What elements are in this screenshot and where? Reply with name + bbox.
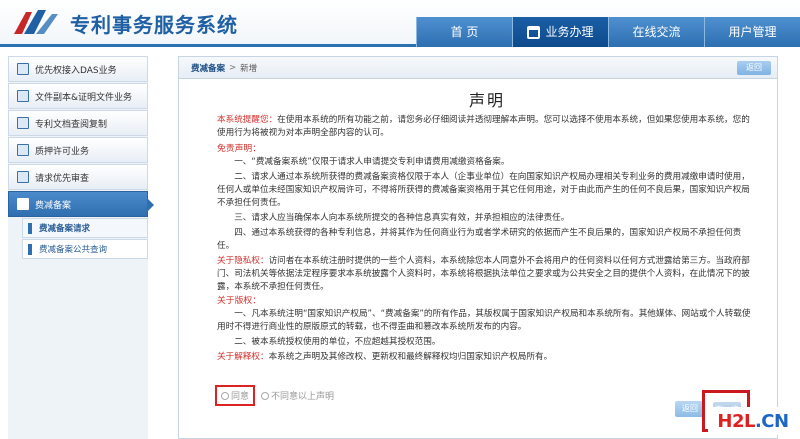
active-arrow-icon — [147, 198, 154, 212]
sidebar-item-label: 质押许可业务 — [35, 146, 90, 157]
app-header: 专利事务服务系统 首 页 业务办理 在线交流 用户管理 — [0, 0, 800, 47]
sidebar: 优先权接入DAS业务 文件副本&证明文件业务 专利文档查阅复制 质押许可业务 请… — [8, 56, 154, 439]
sidebar-item-priority-review[interactable]: 请求优先审查 — [8, 164, 148, 190]
interpretation-paragraph: 关于解释权：本系统之声明及其修改权、更新权和最终解释权均归国家知识产权局所有。 — [217, 351, 757, 364]
sidebar-item-fee-reduction[interactable]: 费减备案 — [8, 191, 154, 217]
sidebar-item-pledge-license[interactable]: 质押许可业务 — [8, 137, 148, 163]
copyright-item-1: 一、凡本系统注明“国家知识产权局”、“费减备案”的所有作品，其版权属于国家知识产… — [217, 309, 751, 332]
system-logo-icon — [14, 10, 58, 34]
copyright-heading: 关于版权： — [217, 296, 261, 306]
sidebar-item-label: 费减备案 — [35, 200, 72, 211]
sidebar-item-label: 专利文档查阅复制 — [35, 119, 108, 130]
reminder-text: 在使用本系统的所有功能之前，请您务必仔细阅读并透彻理解本声明。您可以选择不使用本… — [217, 115, 750, 138]
agree-radio-option[interactable]: 同意 — [215, 385, 256, 406]
document-icon — [17, 144, 29, 156]
calendar-icon — [527, 25, 541, 39]
disclaimer-item-3: 三、请求人应当确保本人向本系统所提交的各种信息真实有效，并承担相应的法律责任。 — [234, 213, 570, 223]
privacy-paragraph: 关于隐私权：访问者在本系统注册时提供的一些个人资料，本系统除您本人同意外不会将用… — [217, 255, 757, 294]
statement-content: 声明 本系统提醒您：在使用本系统的所有功能之前，请您务必仔细阅读并透彻理解本声明… — [217, 87, 757, 364]
disclaimer-item-4: 四、通过本系统获得的各种专利信息，并将其作为任何商业行为或者学术研究的依据而产生… — [217, 228, 742, 251]
interpretation-text: 本系统之声明及其修改权、更新权和最终解释权均归国家知识产权局所有。 — [268, 352, 553, 362]
consent-options: 同意 不同意以上声明 — [215, 385, 334, 406]
breadcrumb-separator: > — [229, 62, 237, 73]
privacy-text: 访问者在本系统注册时提供的一些个人资料，本系统除您本人同意外不会将用户的任何资料… — [217, 256, 750, 292]
breadcrumb-current: 新增 — [240, 63, 258, 74]
sidebar-sub-item-fee-request[interactable]: 费减备案请求 — [22, 218, 148, 238]
disagree-radio-option[interactable]: 不同意以上声明 — [261, 389, 334, 402]
sidebar-item-priority-das[interactable]: 优先权接入DAS业务 — [8, 56, 148, 82]
system-title: 专利事务服务系统 — [70, 13, 238, 37]
sidebar-item-patent-docs[interactable]: 专利文档查阅复制 — [8, 110, 148, 136]
top-nav: 首 页 业务办理 在线交流 用户管理 — [416, 17, 800, 47]
nav-online-chat[interactable]: 在线交流 — [608, 17, 704, 47]
nav-user-management[interactable]: 用户管理 — [704, 17, 800, 47]
statement-title: 声明 — [468, 91, 505, 110]
reminder-paragraph: 本系统提醒您：在使用本系统的所有功能之前，请您务必仔细阅读并透彻理解本声明。您可… — [217, 114, 757, 140]
disclaimer-item-1: 一、“费减备案系统”仅限于请求人申请提交专利申请费用减缴资格备案。 — [234, 157, 510, 167]
back-button-top[interactable]: 返回 — [737, 61, 771, 75]
sidebar-item-label: 优先权接入DAS业务 — [35, 65, 117, 76]
sidebar-item-file-copy[interactable]: 文件副本&证明文件业务 — [8, 83, 148, 109]
privacy-label: 关于隐私权： — [217, 256, 269, 266]
breadcrumb-section[interactable]: 费减备案 — [191, 62, 225, 74]
main-panel: 费减备案 > 新增 返回 声明 本系统提醒您：在使用本系统的所有功能之前，请您务… — [178, 56, 778, 439]
copyright-item-2: 二、被本系统授权使用的单位，不应超越其授权范围。 — [234, 337, 441, 347]
site-watermark: H2L .CN — [708, 407, 798, 435]
document-icon — [17, 63, 29, 75]
watermark-part-2: .CN — [754, 410, 789, 432]
nav-business[interactable]: 业务办理 — [512, 17, 608, 47]
watermark-part-1: H2L — [717, 410, 755, 432]
radio-unchecked-icon[interactable] — [261, 391, 270, 400]
reminder-label: 本系统提醒您： — [217, 115, 278, 125]
disclaimer-item-2: 二、请求人通过本系统所获得的费减备案资格仅限于本人（企事业单位）在向国家知识产权… — [217, 172, 750, 208]
disagree-label: 不同意以上声明 — [271, 392, 335, 402]
nav-business-label: 业务办理 — [545, 25, 594, 39]
document-icon — [17, 117, 29, 129]
radio-unchecked-icon[interactable] — [221, 391, 229, 400]
disclaimer-heading: 免责声明： — [217, 144, 261, 154]
sidebar-item-label: 文件副本&证明文件业务 — [35, 92, 133, 103]
document-icon — [17, 198, 29, 210]
breadcrumb: 费减备案 > 新增 返回 — [179, 57, 777, 79]
document-icon — [17, 90, 29, 102]
nav-home[interactable]: 首 页 — [416, 17, 512, 47]
document-icon — [17, 171, 29, 183]
agree-label: 同意 — [231, 392, 250, 402]
interpretation-label: 关于解释权： — [217, 352, 269, 362]
sidebar-sub-item-fee-query[interactable]: 费减备案公共查询 — [22, 239, 148, 259]
sidebar-item-label: 请求优先审查 — [35, 173, 90, 184]
back-button-bottom[interactable]: 返回 — [675, 401, 705, 417]
